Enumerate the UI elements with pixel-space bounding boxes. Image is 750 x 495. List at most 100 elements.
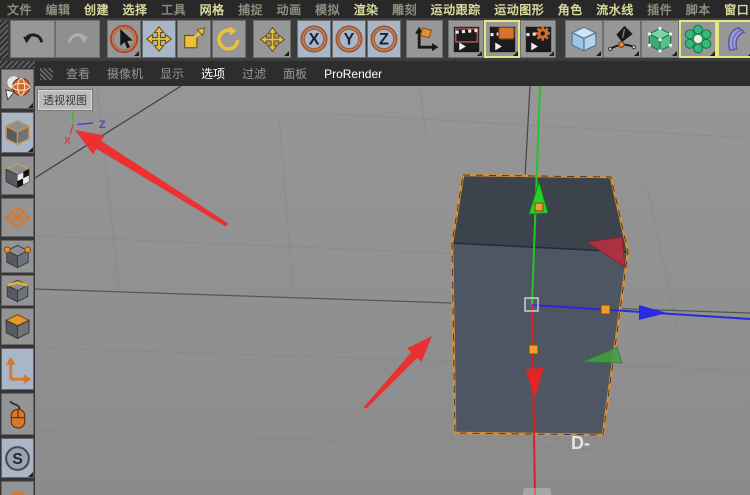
annotation-arrow-to-axis [75, 130, 228, 227]
menu-file[interactable]: 文件 [7, 1, 32, 18]
move-icon [145, 25, 173, 53]
lock-y-icon: Y [334, 24, 364, 54]
menu-character[interactable]: 角色 [558, 1, 583, 18]
snap-icon: S [3, 444, 32, 473]
gear-icon [535, 26, 550, 40]
gizmo-y-scale-handle[interactable] [535, 203, 543, 211]
viewport-menu-bar: 查看 摄像机 显示 选项 过滤 面板 ProRender [35, 61, 750, 86]
axis-x-label: X [64, 136, 71, 147]
undo-button[interactable] [10, 20, 55, 58]
viewport-canvas[interactable]: Z X D- [35, 86, 750, 495]
coordinate-system-button[interactable] [406, 20, 443, 58]
vp-menu-options[interactable]: 选项 [201, 65, 225, 82]
grid-lines [35, 86, 750, 454]
watermark-fragment [523, 488, 551, 495]
menu-sculpt[interactable]: 雕刻 [392, 1, 417, 18]
vp-menu-cameras[interactable]: 摄像机 [107, 65, 143, 82]
menu-create[interactable]: 创建 [84, 1, 109, 18]
render-view-button[interactable] [448, 20, 484, 58]
scale-tool-button[interactable] [177, 20, 211, 58]
array-generator-icon [683, 24, 713, 54]
render-view-icon [452, 25, 481, 54]
viewport-tweak-button[interactable] [1, 393, 34, 435]
menu-animate[interactable]: 动画 [277, 1, 302, 18]
move-tool-button[interactable] [142, 20, 176, 58]
enable-snap-button[interactable]: S [1, 438, 34, 478]
lock-z-icon: Z [369, 24, 399, 54]
primitive-cube-icon [569, 24, 599, 54]
render-picture-viewer-icon [488, 25, 517, 54]
edges-mode-button[interactable] [1, 275, 34, 306]
menu-edit[interactable]: 编辑 [46, 1, 71, 18]
subdivision-surface-icon [645, 24, 675, 54]
subdivision-surface-button[interactable] [641, 20, 679, 58]
polygons-mode-button[interactable] [1, 308, 34, 345]
menu-window[interactable]: 窗口 [724, 1, 749, 18]
lock-y-button[interactable]: Y [332, 20, 366, 58]
magnet-snap-button[interactable] [1, 481, 34, 495]
vp-menu-display[interactable]: 显示 [160, 65, 184, 82]
menu-simulate[interactable]: 模拟 [315, 1, 340, 18]
bend-deformer-button[interactable] [717, 20, 750, 58]
main-menu-bar: 文件 编辑 创建 选择 工具 网格 捕捉 动画 模拟 渲染 雕刻 运动跟踪 运动… [0, 0, 750, 18]
viewport-menu-grip-icon[interactable] [40, 68, 53, 80]
last-tool-move-icon [259, 26, 286, 53]
mode-sidebar: S [0, 61, 35, 495]
viewport-scene: Z X D- [35, 86, 750, 495]
menu-pipeline[interactable]: 流水线 [596, 1, 634, 18]
rotate-icon [215, 25, 243, 53]
redo-icon [65, 26, 91, 52]
last-tool-button[interactable] [253, 20, 291, 58]
live-selection-button[interactable] [107, 20, 141, 58]
menu-plugins[interactable]: 插件 [647, 1, 672, 18]
rotate-tool-button[interactable] [212, 20, 246, 58]
grid-vertical-line [525, 86, 530, 178]
enable-axis-button[interactable] [1, 348, 34, 390]
menu-tools[interactable]: 工具 [161, 1, 186, 18]
gizmo-z-arrowhead[interactable] [639, 305, 667, 320]
tweak-mouse-icon [3, 398, 32, 431]
primitive-cube-button[interactable] [565, 20, 603, 58]
make-editable-button[interactable] [1, 69, 34, 109]
live-selection-icon [109, 24, 139, 54]
menu-motion-tracker[interactable]: 运动跟踪 [431, 1, 481, 18]
model-mode-button[interactable] [1, 112, 34, 153]
model-mode-icon [3, 117, 32, 148]
menu-script[interactable]: 脚本 [686, 1, 711, 18]
gizmo-x-scale-handle[interactable] [529, 345, 538, 354]
array-generator-button[interactable] [679, 20, 717, 58]
menu-mograph[interactable]: 运动图形 [494, 1, 544, 18]
points-mode-button[interactable] [1, 240, 34, 273]
toolbar-drag-grip[interactable] [0, 20, 8, 59]
menu-mesh[interactable]: 网格 [200, 1, 225, 18]
perspective-view-tooltip: 透视视图 [38, 90, 92, 110]
lock-x-icon: X [299, 24, 329, 54]
texture-mode-button[interactable] [1, 156, 34, 195]
edges-mode-icon [3, 277, 32, 305]
vp-menu-filter[interactable]: 过滤 [242, 65, 266, 82]
svg-text:Z: Z [379, 31, 389, 49]
polygons-mode-icon [3, 311, 32, 342]
vp-menu-panel[interactable]: 面板 [283, 65, 307, 82]
undo-icon [20, 26, 46, 52]
redo-button[interactable] [55, 20, 100, 58]
menu-render[interactable]: 渲染 [354, 1, 379, 18]
gizmo-center-handle[interactable] [525, 298, 538, 311]
watermark-text: D- [571, 433, 590, 453]
svg-text:X: X [309, 31, 320, 49]
menu-select[interactable]: 选择 [123, 1, 148, 18]
gizmo-z-scale-handle[interactable] [601, 305, 610, 314]
render-settings-button[interactable] [520, 20, 556, 58]
render-picture-viewer-button[interactable] [484, 20, 520, 58]
points-mode-icon [3, 242, 32, 271]
workplane-mode-button[interactable] [1, 198, 34, 237]
sidebar-drag-grip[interactable] [0, 61, 35, 68]
vp-menu-prorender[interactable]: ProRender [324, 67, 382, 81]
lock-z-button[interactable]: Z [367, 20, 401, 58]
menu-snap[interactable]: 捕捉 [238, 1, 263, 18]
spline-pen-button[interactable] [603, 20, 641, 58]
render-settings-icon [524, 25, 553, 54]
lock-x-button[interactable]: X [297, 20, 331, 58]
axis-z-label: Z [99, 119, 106, 131]
vp-menu-view[interactable]: 查看 [66, 65, 90, 82]
